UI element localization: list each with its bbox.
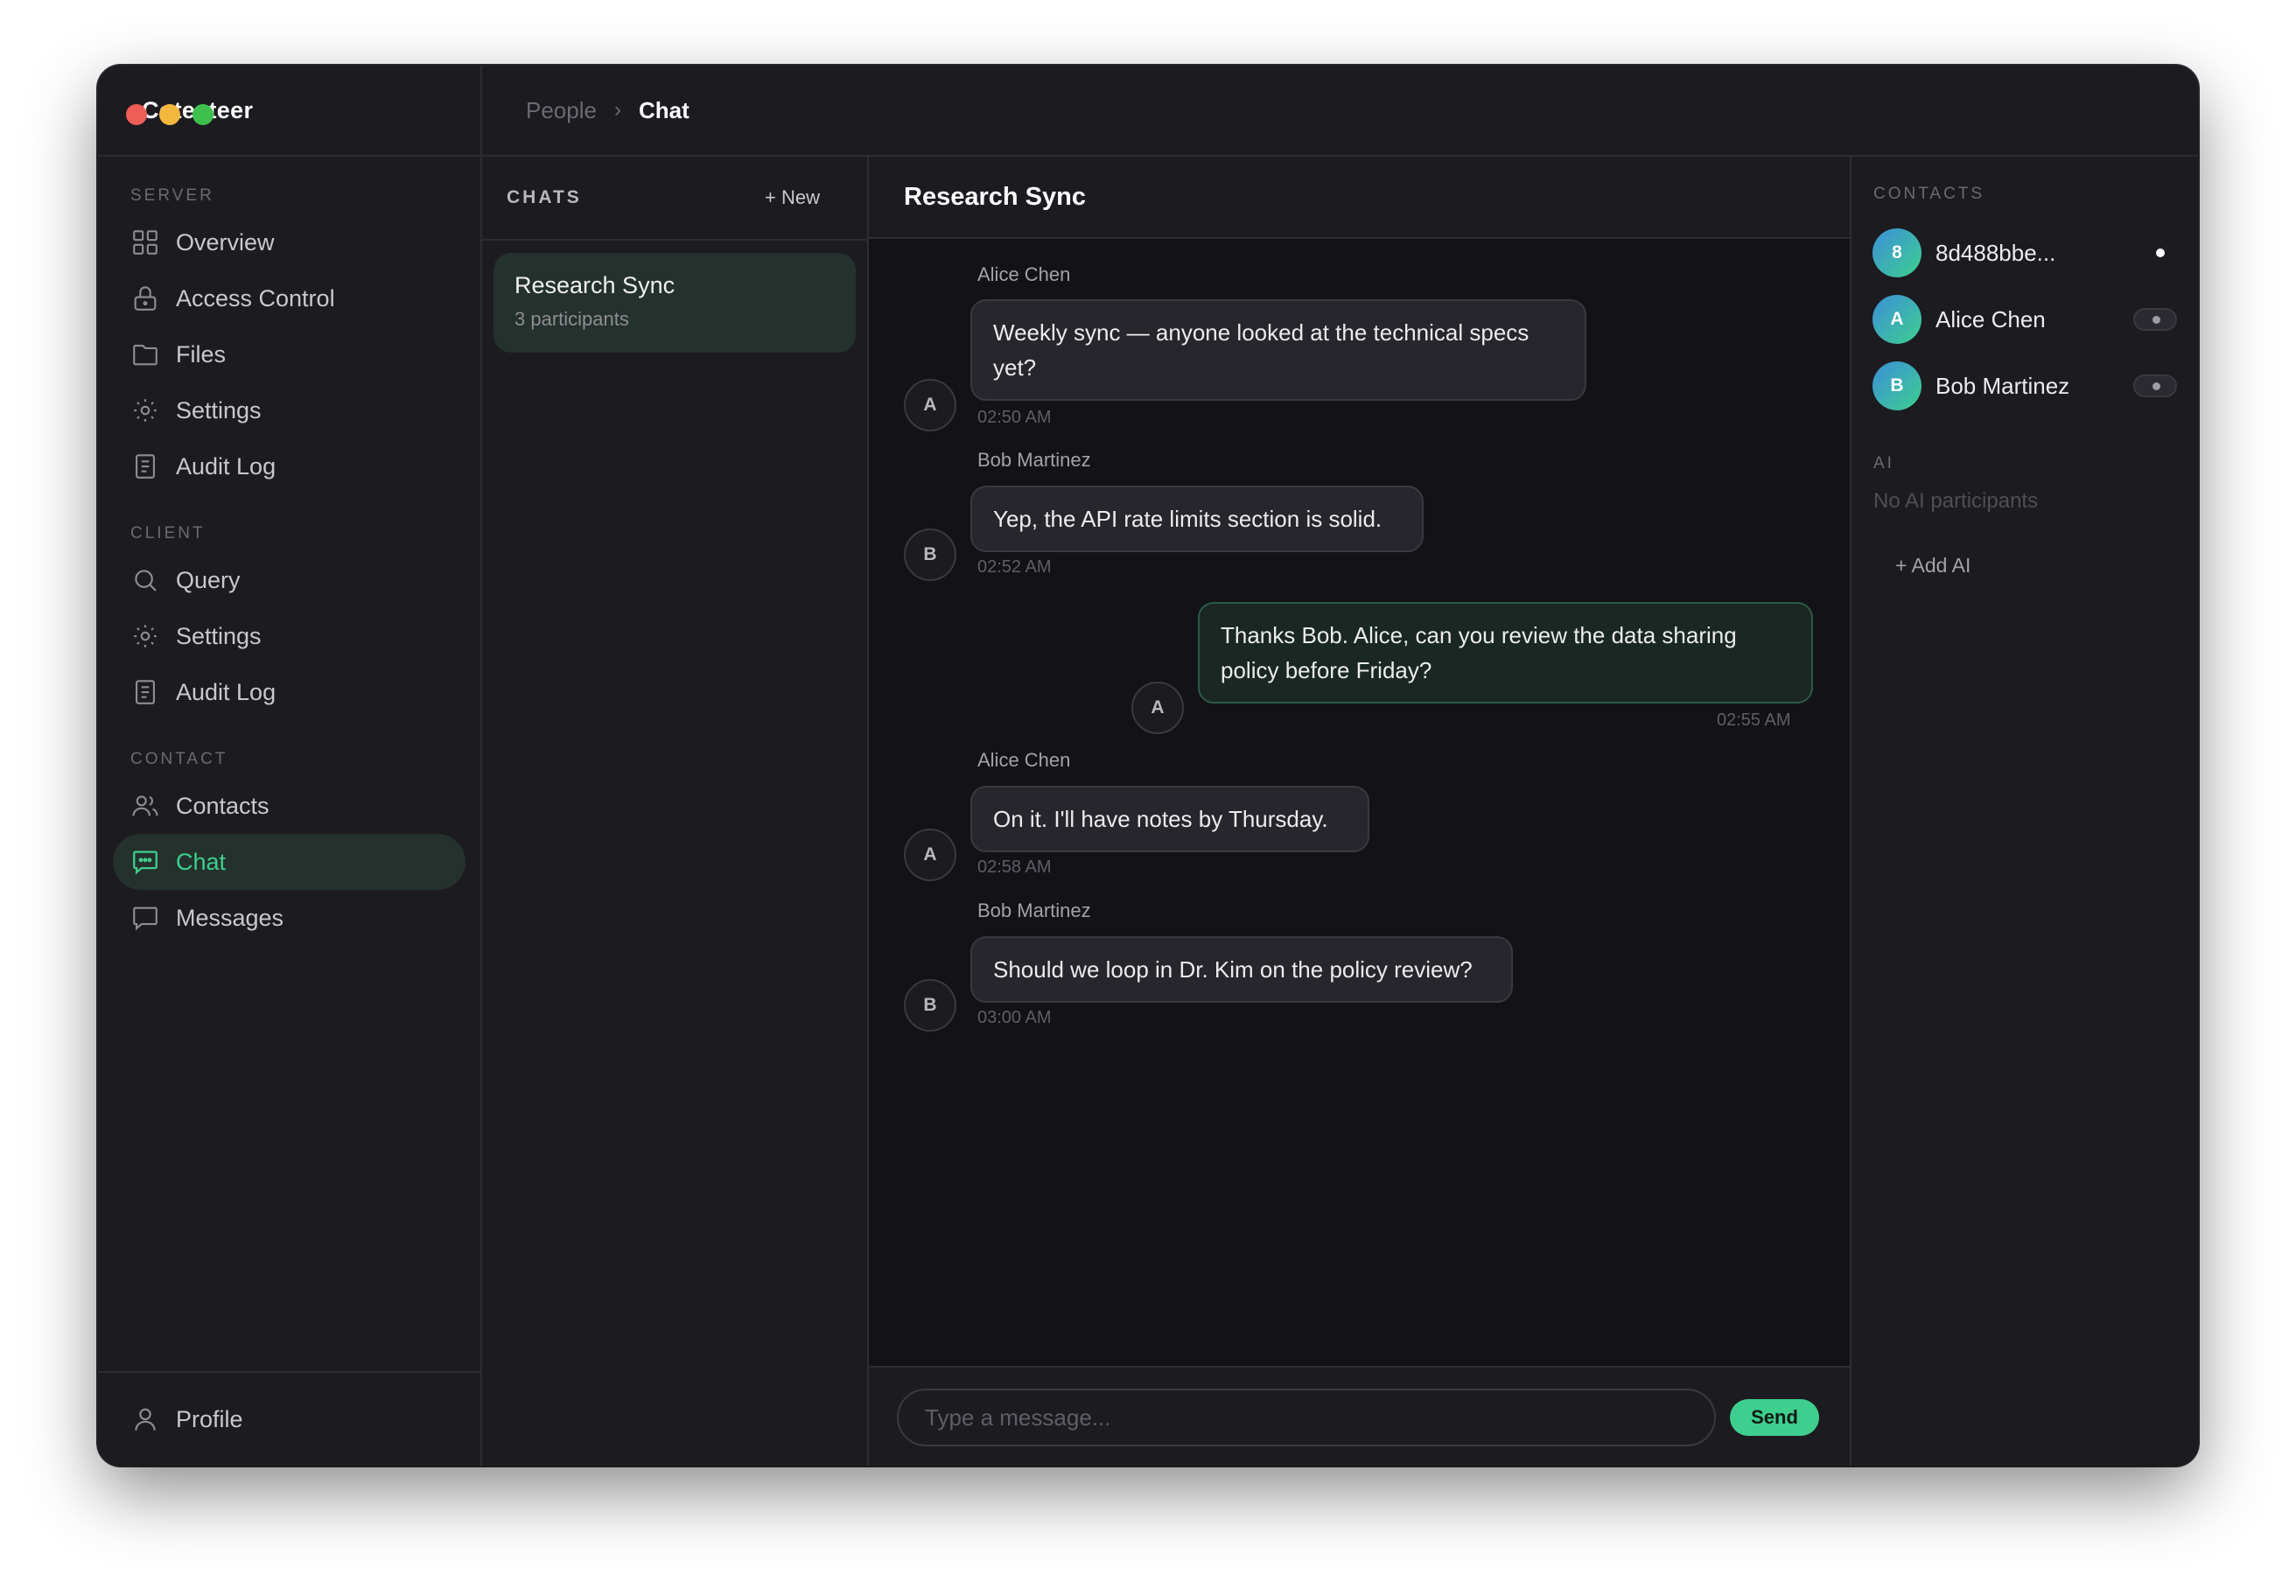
sidebar-item-label: Audit Log	[176, 452, 276, 480]
sidebar-item-messages[interactable]: Messages	[113, 890, 466, 946]
chat-title: Research Sync	[514, 272, 676, 298]
avatar: B	[904, 528, 956, 581]
app-window: Coteeteer SERVER Overview Access Control…	[98, 66, 2198, 1466]
chats-title: CHATS	[507, 187, 582, 207]
sidebar-item-label: Contacts	[176, 792, 270, 819]
sidebar-item-overview[interactable]: Overview	[113, 214, 466, 270]
message-sender: Bob Martinez	[977, 449, 1091, 471]
avatar: B	[904, 979, 956, 1032]
breadcrumb: People › Chat	[482, 66, 2198, 157]
message-bubble: Should we loop in Dr. Kim on the policy …	[970, 936, 1513, 1003]
close-window-button[interactable]	[126, 104, 147, 125]
avatar: 8	[1872, 228, 1922, 277]
sidebar-item-label: Access Control	[176, 284, 335, 312]
new-chat-button[interactable]: + New	[765, 186, 820, 209]
section-label-client: CLIENT	[130, 524, 206, 542]
status-dot	[2156, 248, 2165, 257]
sidebar-item-label: Overview	[176, 228, 275, 256]
avatar: A	[904, 829, 956, 881]
conversation-panel: Research Sync Alice Chen Weekly sync — a…	[869, 157, 1852, 1466]
message-sender: Alice Chen	[977, 263, 1071, 285]
sidebar-item-query[interactable]: Query	[113, 552, 466, 608]
sidebar-item-contacts[interactable]: Contacts	[113, 778, 466, 834]
message-time: 02:58 AM	[977, 858, 1052, 877]
sidebar-item-label: Messages	[176, 904, 284, 931]
message-sender: Bob Martinez	[977, 900, 1091, 921]
folder-icon	[133, 345, 158, 366]
sidebar-item-label: Audit Log	[176, 678, 276, 705]
ai-label: AI	[1873, 454, 1894, 472]
participant-toggle[interactable]	[2133, 308, 2177, 331]
conversation-title: Research Sync	[869, 157, 1850, 239]
sidebar-item-label: Files	[176, 340, 227, 368]
grid-icon	[133, 230, 158, 255]
message-input[interactable]	[897, 1389, 1716, 1446]
chats-panel: CHATS + New Research Sync 3 participants	[482, 157, 869, 1466]
lock-icon	[134, 286, 157, 311]
avatar: B	[1872, 361, 1922, 410]
user-icon	[135, 1408, 156, 1431]
message-composer: Send	[869, 1366, 1850, 1466]
send-button[interactable]: Send	[1730, 1399, 1819, 1436]
participant-toggle[interactable]	[2133, 374, 2177, 397]
message-time: 03:00 AM	[977, 1008, 1052, 1027]
message-time: 02:52 AM	[977, 557, 1052, 577]
sidebar-item-label: Settings	[176, 622, 262, 649]
contact-row[interactable]: B Bob Martinez	[1852, 353, 2198, 419]
chat-participants: 3 participants	[514, 308, 629, 330]
avatar: A	[1131, 682, 1184, 734]
message-sender: Alice Chen	[977, 749, 1071, 771]
sidebar-item-server-settings[interactable]: Settings	[113, 382, 466, 438]
sidebar-item-chat[interactable]: Chat	[113, 834, 466, 890]
document-icon	[136, 454, 155, 479]
avatar: A	[904, 379, 956, 431]
ai-empty-state: No AI participants	[1873, 489, 2039, 513]
add-ai-button[interactable]: + Add AI	[1852, 554, 2198, 578]
sidebar-item-server-audit-log[interactable]: Audit Log	[113, 438, 466, 494]
participants-panel: CONTACTS 8 8d488bbe... A Alice Chen B Bo…	[1852, 157, 2198, 1466]
sidebar-item-client-audit-log[interactable]: Audit Log	[113, 664, 466, 720]
chats-header: CHATS + New	[482, 157, 867, 241]
breadcrumb-parent[interactable]: People	[526, 97, 597, 124]
message-bubble: On it. I'll have notes by Thursday.	[970, 786, 1369, 852]
sidebar: Coteeteer SERVER Overview Access Control…	[98, 66, 482, 1466]
document-icon	[136, 680, 155, 704]
window-controls	[126, 104, 214, 125]
sidebar-item-label: Query	[176, 566, 241, 593]
sidebar-footer: Profile	[98, 1371, 480, 1466]
chevron-right-icon: ›	[613, 98, 621, 122]
gear-icon	[134, 399, 157, 422]
sidebar-item-label: Chat	[176, 848, 227, 875]
message-bubble: Weekly sync — anyone looked at the techn…	[970, 299, 1586, 401]
contact-row[interactable]: 8 8d488bbe...	[1852, 220, 2198, 286]
contact-row[interactable]: A Alice Chen	[1852, 286, 2198, 353]
message-bubble: Yep, the API rate limits section is soli…	[970, 486, 1424, 552]
sidebar-item-label: Profile	[176, 1405, 243, 1432]
contact-name: Alice Chen	[1936, 305, 2046, 332]
users-icon	[132, 795, 158, 816]
message-bubble: Thanks Bob. Alice, can you review the da…	[1198, 602, 1813, 704]
sidebar-item-client-settings[interactable]: Settings	[113, 608, 466, 664]
contact-name: Bob Martinez	[1936, 372, 2070, 399]
section-label-contact: CONTACT	[130, 750, 228, 768]
chat-icon	[133, 850, 158, 875]
minimize-window-button[interactable]	[159, 104, 180, 125]
contacts-label: CONTACTS	[1873, 185, 1985, 203]
message-time: 02:50 AM	[977, 408, 1052, 427]
message-time: 02:55 AM	[1717, 710, 1791, 730]
maximize-window-button[interactable]	[192, 104, 214, 125]
contact-name: 8d488bbe...	[1936, 239, 2056, 266]
breadcrumb-current: Chat	[638, 96, 690, 123]
sidebar-item-label: Settings	[176, 396, 262, 424]
search-icon	[135, 570, 157, 592]
chat-list-item[interactable]: Research Sync 3 participants	[494, 253, 856, 353]
sidebar-item-profile[interactable]: Profile	[113, 1391, 466, 1447]
avatar: A	[1872, 295, 1922, 344]
gear-icon	[134, 625, 157, 648]
sidebar-item-files[interactable]: Files	[113, 326, 466, 382]
section-label-server: SERVER	[130, 186, 214, 205]
sidebar-item-access-control[interactable]: Access Control	[113, 270, 466, 326]
message-icon	[133, 906, 158, 931]
sidebar-header: Coteeteer	[98, 66, 480, 157]
